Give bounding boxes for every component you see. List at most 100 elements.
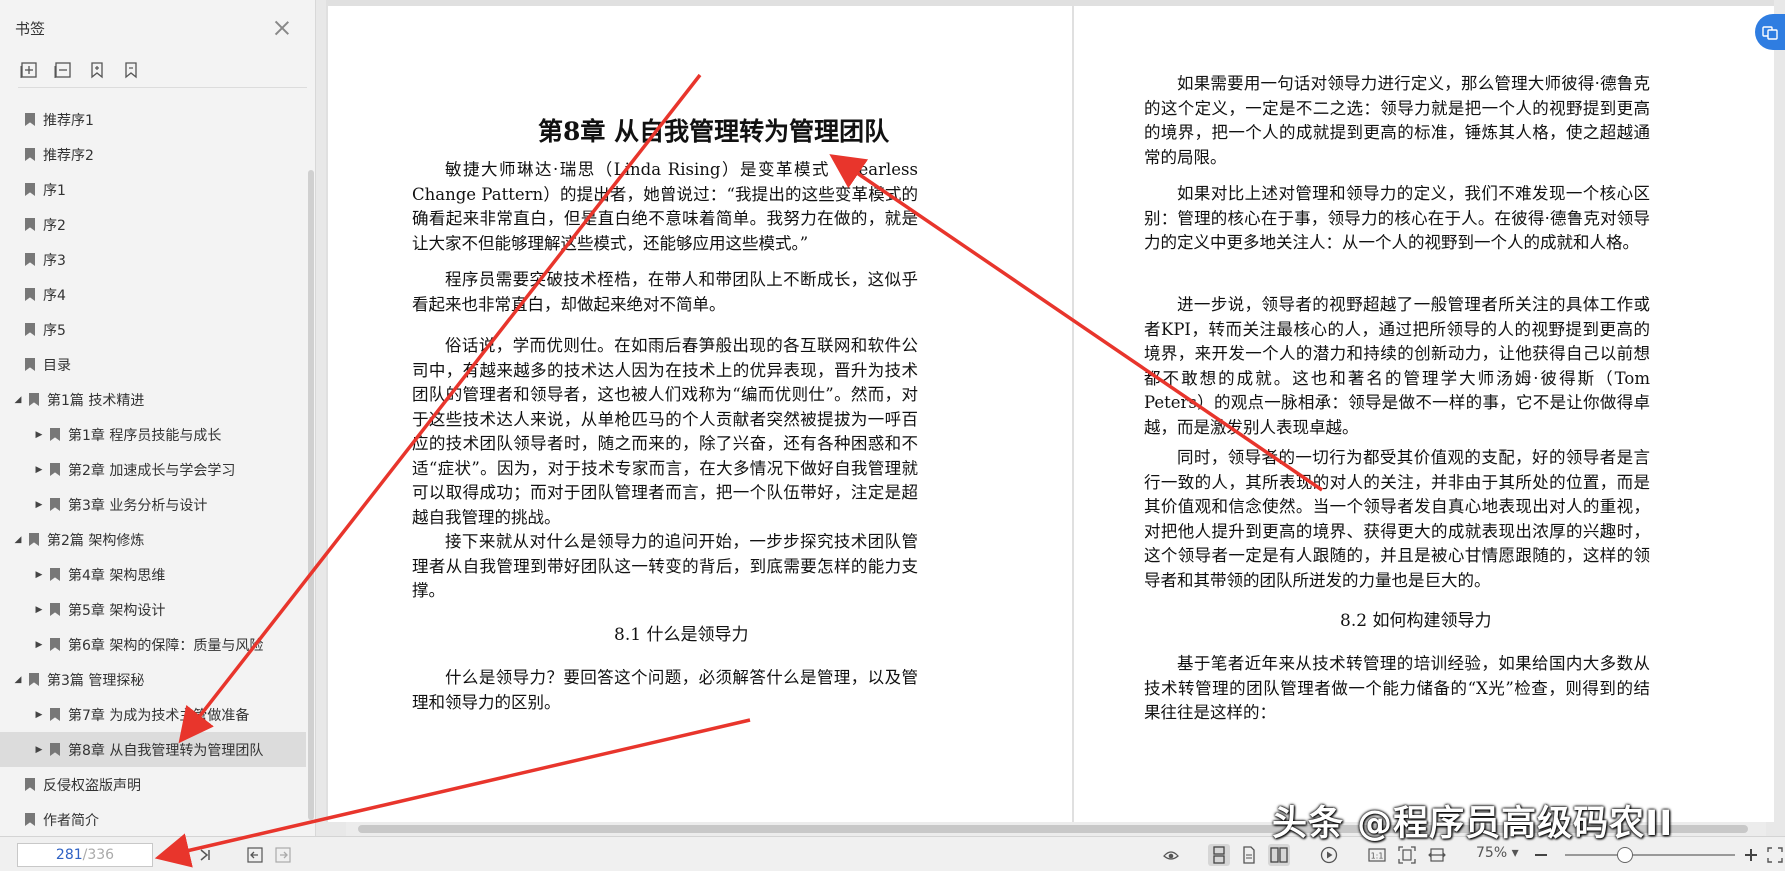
zoom-dropdown[interactable]: 75% ▾: [1476, 845, 1519, 861]
bookmark-icon: [25, 323, 35, 336]
bookmark-label: 序3: [43, 252, 66, 269]
bookmark-label: 第5章 架构设计: [68, 602, 166, 619]
bookmark-label: 第6章 架构的保障：质量与风险: [68, 637, 264, 654]
expand-arrow-icon[interactable]: ▶: [34, 465, 44, 475]
translate-icon[interactable]: [1755, 14, 1785, 50]
bookmark-icon: [25, 183, 35, 196]
expand-arrow-icon[interactable]: ▶: [34, 640, 44, 650]
bookmark-item[interactable]: 序4: [0, 277, 306, 312]
next-page-icon[interactable]: [168, 844, 190, 866]
zoom-value: 75%: [1476, 845, 1508, 861]
zoom-slider-handle[interactable]: [1617, 847, 1633, 863]
bookmark-group[interactable]: ◢ 第1篇 技术精进: [0, 382, 306, 417]
bookmark-item[interactable]: 序2: [0, 207, 306, 242]
bookmark-icon: [50, 568, 60, 581]
paragraph: 基于笔者近年来从技术转管理的培训经验，如果给国内大多数从技术转管理的团队管理者做…: [1144, 654, 1650, 722]
bookmark-icon: [50, 638, 60, 651]
paragraph: 接下来就从对什么是领导力的追问开始，一步步探究技术团队管理者从自我管理到带好团队…: [412, 532, 918, 600]
actual-size-icon[interactable]: 1:1: [1366, 844, 1388, 866]
pdf-reader-window: 书签 推荐序1 推荐序2 序1 序2 序3 序4 序5 目录 ◢ 第1篇 技术精…: [0, 0, 1785, 871]
forward-icon[interactable]: [272, 844, 294, 866]
zoom-slider[interactable]: [1565, 854, 1735, 856]
sidebar-header: 书签: [0, 0, 315, 56]
bookmark-label: 序2: [43, 217, 66, 234]
paragraph: 同时，领导者的一切行为都受其价值观的支配，好的领导者是言行一致的人，其所表现的对…: [1144, 448, 1650, 590]
bookmark-label: 序1: [43, 182, 66, 199]
bookmark-group[interactable]: ◢ 第3篇 管理探秘: [0, 662, 306, 697]
svg-text:1:1: 1:1: [1371, 852, 1384, 861]
bookmark-item[interactable]: ▶ 第7章 为成为技术主管做准备: [0, 697, 306, 732]
collapse-arrow-icon[interactable]: ◢: [13, 395, 23, 405]
expand-arrow-icon[interactable]: ▶: [34, 570, 44, 580]
bookmark-icon: [25, 778, 35, 791]
bookmark-icon: [25, 148, 35, 161]
paragraph: 进一步说，领导者的视野超越了一般管理者所关注的具体工作或者KPI，转而关注最核心…: [1144, 295, 1650, 437]
collapse-arrow-icon[interactable]: ◢: [13, 535, 23, 545]
bookmark-label: 目录: [43, 357, 71, 374]
bookmark-label: 推荐序2: [43, 147, 94, 164]
paragraph: 什么是领导力？要回答这个问题，必须解答什么是管理，以及管理和领导力的区别。: [412, 668, 918, 712]
single-page-icon[interactable]: [1238, 844, 1260, 866]
collapse-all-icon[interactable]: [52, 59, 74, 81]
fullscreen-icon[interactable]: [1764, 844, 1785, 866]
two-page-icon[interactable]: [1268, 844, 1290, 866]
back-icon[interactable]: [244, 844, 266, 866]
bookmark-item[interactable]: 序3: [0, 242, 306, 277]
eye-protection-icon[interactable]: [1160, 844, 1182, 866]
bookmark-item-selected[interactable]: ▶ 第8章 从自我管理转为管理团队: [0, 732, 306, 767]
expand-arrow-icon[interactable]: ▶: [34, 710, 44, 720]
continuous-page-icon[interactable]: [1208, 844, 1230, 866]
bookmark-label: 第8章 从自我管理转为管理团队: [68, 742, 264, 759]
bookmark-icon: [25, 358, 35, 371]
sidebar-scrollbar[interactable]: [308, 170, 314, 820]
bookmark-label: 反侵权盗版声明: [43, 777, 141, 794]
remove-bookmark-icon[interactable]: [120, 59, 142, 81]
bookmark-item[interactable]: ▶ 第1章 程序员技能与成长: [0, 417, 306, 452]
bookmark-label: 第7章 为成为技术主管做准备: [68, 707, 250, 724]
expand-arrow-icon[interactable]: ▶: [34, 745, 44, 755]
zoom-out-icon[interactable]: [1530, 844, 1552, 866]
expand-arrow-icon[interactable]: ▶: [34, 500, 44, 510]
bookmark-item[interactable]: ▶ 第3章 业务分析与设计: [0, 487, 306, 522]
bookmark-item[interactable]: 推荐序1: [0, 102, 306, 137]
left-page: 第8章 从自我管理转为管理团队 敏捷大师琳达·瑞思（Linda Rising）是…: [328, 6, 1072, 822]
bookmark-icon: [29, 673, 39, 686]
bookmark-item[interactable]: ▶ 第2章 加速成长与学会学习: [0, 452, 306, 487]
expand-arrow-icon[interactable]: ▶: [34, 605, 44, 615]
bookmark-icon: [50, 743, 60, 756]
bookmark-item[interactable]: 目录: [0, 347, 306, 382]
bookmark-icon: [25, 288, 35, 301]
bookmark-item[interactable]: ▶ 第6章 架构的保障：质量与风险: [0, 627, 306, 662]
last-page-icon[interactable]: [194, 844, 216, 866]
bookmark-icon: [50, 463, 60, 476]
expand-all-icon[interactable]: [18, 59, 40, 81]
bookmark-label: 推荐序1: [43, 112, 94, 129]
bookmark-item[interactable]: 推荐序2: [0, 137, 306, 172]
right-page: 如果需要用一句话对领导力进行定义，那么管理大师彼得·德鲁克的这个定义，一定是不二…: [1074, 6, 1774, 822]
paragraph: 敏捷大师琳达·瑞思（Linda Rising）是变革模式（Fearless Ch…: [412, 160, 918, 253]
collapse-arrow-icon[interactable]: ◢: [13, 675, 23, 685]
section-title: 8.1 什么是领导力: [614, 625, 749, 645]
total-pages: /336: [82, 847, 115, 863]
expand-arrow-icon[interactable]: ▶: [34, 430, 44, 440]
page-number-input[interactable]: 281/336: [17, 843, 153, 867]
bookmark-label: 第1章 程序员技能与成长: [68, 427, 222, 444]
zoom-in-icon[interactable]: [1740, 844, 1762, 866]
fit-page-icon[interactable]: [1396, 844, 1418, 866]
close-icon[interactable]: [271, 17, 293, 39]
bookmark-item[interactable]: ▶ 第5章 架构设计: [0, 592, 306, 627]
bookmark-item[interactable]: ▶ 第4章 架构思维: [0, 557, 306, 592]
bookmark-item[interactable]: 序1: [0, 172, 306, 207]
fit-width-icon[interactable]: [1426, 844, 1448, 866]
bookmark-icon: [50, 708, 60, 721]
bookmark-item[interactable]: 序5: [0, 312, 306, 347]
bookmark-icon: [29, 533, 39, 546]
watermark: 头条 @程序员高级码农II: [1272, 804, 1674, 844]
bookmark-item[interactable]: 作者简介: [0, 802, 306, 837]
bookmark-group[interactable]: ◢ 第2篇 架构修炼: [0, 522, 306, 557]
document-view[interactable]: 第8章 从自我管理转为管理团队 敏捷大师琳达·瑞思（Linda Rising）是…: [326, 0, 1774, 822]
play-icon[interactable]: [1318, 844, 1340, 866]
bookmark-icon: [25, 253, 35, 266]
add-bookmark-icon[interactable]: [86, 59, 108, 81]
bookmark-item[interactable]: 反侵权盗版声明: [0, 767, 306, 802]
